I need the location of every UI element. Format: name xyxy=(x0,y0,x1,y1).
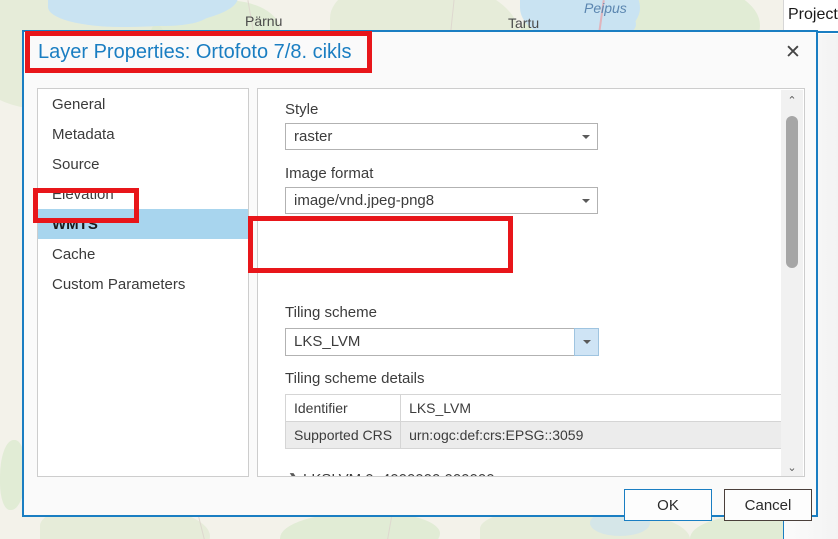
image-format-value: image/vnd.jpeg-png8 xyxy=(294,192,435,209)
chevron-down-icon[interactable] xyxy=(575,188,597,213)
dialog-sidebar-nav: General Metadata Source Elevation WMTS C… xyxy=(37,88,249,477)
detail-key-identifier: Identifier xyxy=(284,394,402,422)
map-label-peipus: Peipus xyxy=(584,0,627,16)
detail-value-identifier: LKS_LVM xyxy=(400,394,798,422)
table-row: Identifier LKS_LVM xyxy=(284,394,798,422)
tiling-scheme-field[interactable]: LKS_LVM xyxy=(285,328,596,356)
tiling-scheme-label: Tiling scheme xyxy=(285,304,377,321)
style-combobox[interactable]: raster xyxy=(285,123,598,150)
tiling-scheme-chevron-down-icon[interactable] xyxy=(574,328,599,356)
close-icon[interactable]: ✕ xyxy=(776,36,810,68)
style-label: Style xyxy=(285,101,319,118)
image-format-label: Image format xyxy=(285,165,374,182)
detail-key-supported-crs: Supported CRS xyxy=(284,421,402,449)
tiling-scheme-value: LKS_LVM xyxy=(294,333,361,350)
sidebar-item-wmts[interactable]: WMTS xyxy=(38,209,248,239)
content-vertical-scrollbar[interactable]: ⌃ ⌄ xyxy=(781,90,803,476)
tiling-scheme-details-label: Tiling scheme details xyxy=(285,370,425,387)
scroll-up-icon[interactable]: ⌃ xyxy=(781,90,803,110)
sidebar-item-elevation[interactable]: Elevation xyxy=(38,179,248,209)
tile-matrix-row-0[interactable]: ❯ LKSLVM:0: 4000000,000000 xyxy=(285,466,495,477)
chevron-right-icon[interactable]: ❯ xyxy=(285,471,303,477)
dialog-content-pane: Style raster Image format image/vnd.jpeg… xyxy=(257,88,805,477)
layer-properties-dialog: Layer Properties: Ortofoto 7/8. cikls ✕ … xyxy=(22,30,818,521)
project-panel-title: Project xyxy=(788,6,838,23)
image-format-combobox[interactable]: image/vnd.jpeg-png8 xyxy=(285,187,598,214)
map-label-tartu: Tartu xyxy=(508,15,540,31)
table-row: Supported CRS urn:ogc:def:crs:EPSG::3059 xyxy=(284,421,798,449)
sidebar-item-custom-parameters[interactable]: Custom Parameters xyxy=(38,269,248,299)
chevron-down-icon[interactable] xyxy=(575,124,597,149)
tiling-scheme-details-table: Identifier LKS_LVM Supported CRS urn:ogc… xyxy=(284,394,798,449)
dialog-titlebar: Layer Properties: Ortofoto 7/8. cikls ✕ xyxy=(24,32,816,74)
map-water-body xyxy=(120,0,210,26)
dialog-title: Layer Properties: Ortofoto 7/8. cikls xyxy=(38,41,352,63)
sidebar-item-cache[interactable]: Cache xyxy=(38,239,248,269)
scrollbar-thumb[interactable] xyxy=(786,116,798,268)
detail-value-supported-crs: urn:ogc:def:crs:EPSG::3059 xyxy=(400,421,798,449)
ok-button[interactable]: OK xyxy=(624,489,712,521)
style-value: raster xyxy=(294,128,333,145)
cancel-button[interactable]: Cancel xyxy=(724,489,812,521)
sidebar-item-source[interactable]: Source xyxy=(38,149,248,179)
sidebar-item-metadata[interactable]: Metadata xyxy=(38,119,248,149)
sidebar-item-general[interactable]: General xyxy=(38,89,248,119)
map-label-parnu: Pärnu xyxy=(245,13,283,29)
tile-matrix-label-0: LKSLVM:0: 4000000,000000 xyxy=(303,471,495,477)
wmts-settings-form: Style raster Image format image/vnd.jpeg… xyxy=(258,89,798,477)
scroll-down-icon[interactable]: ⌄ xyxy=(781,457,803,476)
